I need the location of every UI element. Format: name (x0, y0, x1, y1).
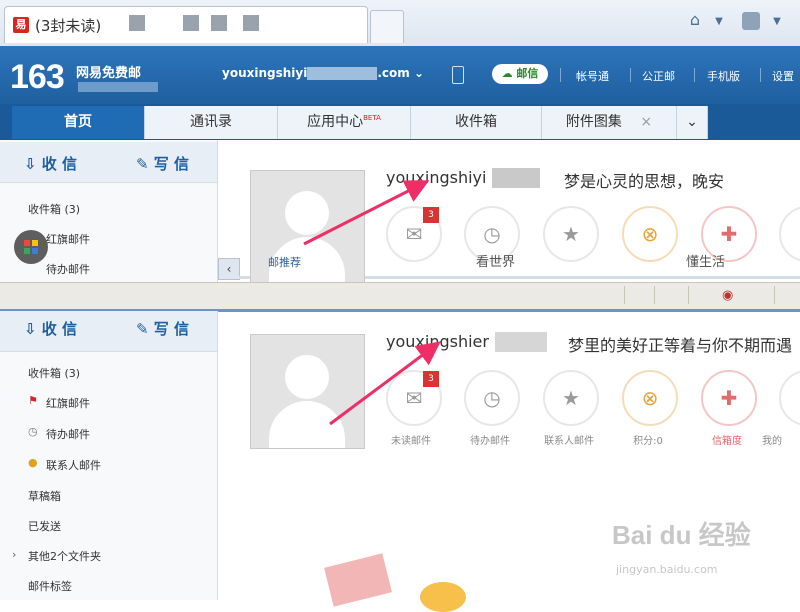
arrow-bottom (329, 341, 441, 426)
arrow-top (303, 180, 430, 246)
annotation-arrows (303, 180, 441, 426)
